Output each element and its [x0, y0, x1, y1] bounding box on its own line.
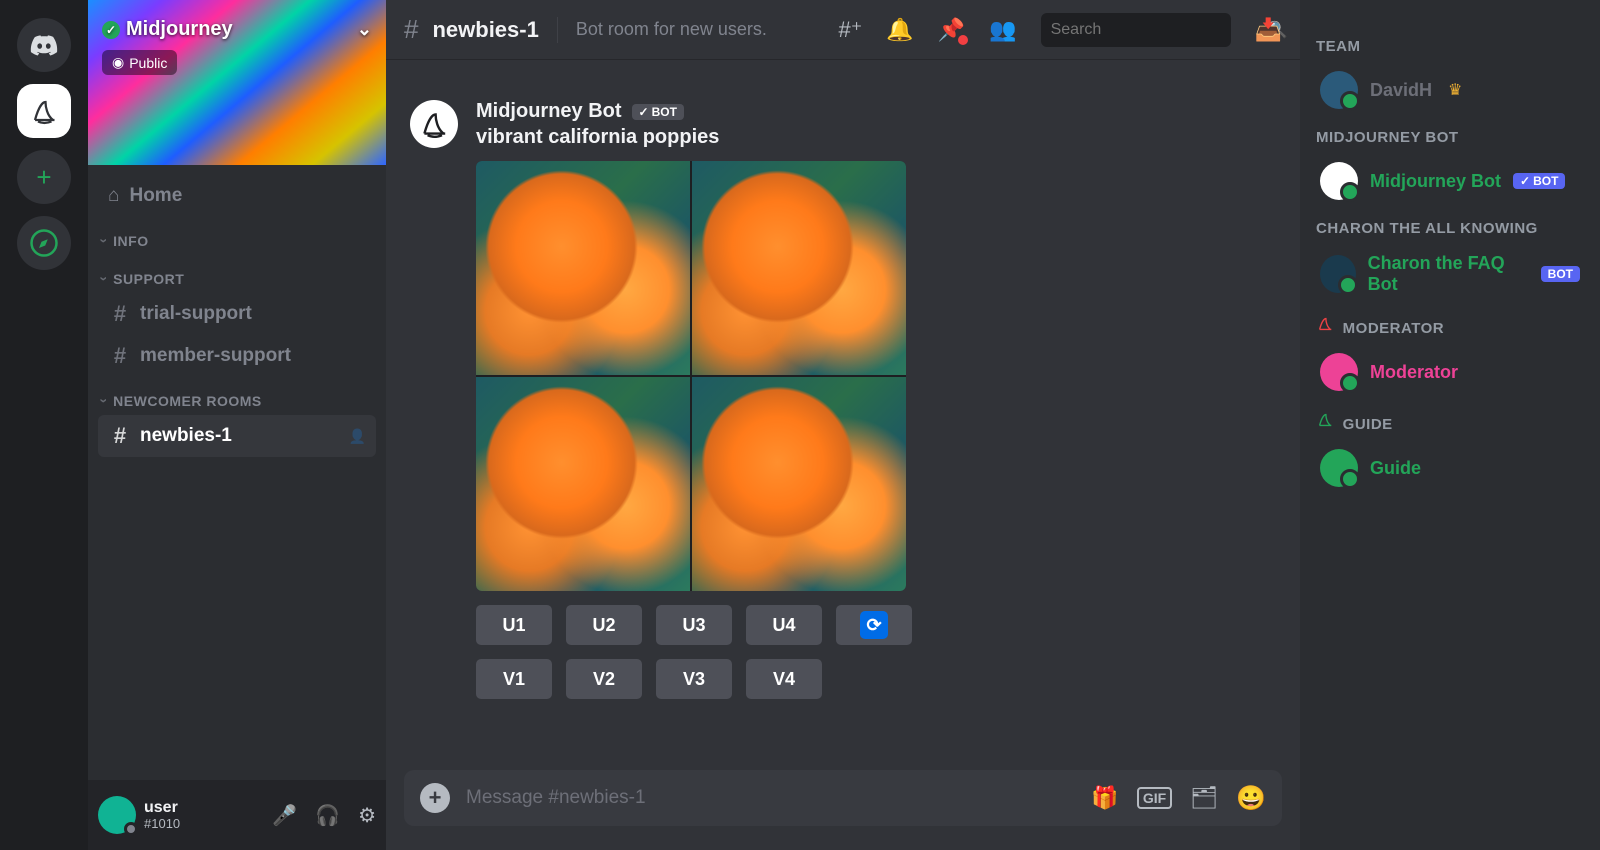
gif-icon[interactable]: GIF — [1137, 787, 1172, 809]
channel-member-support[interactable]: #member-support — [98, 335, 376, 377]
message-input[interactable] — [466, 787, 1075, 809]
member-davidh[interactable]: DavidH ♛ — [1316, 65, 1584, 115]
role-guide: GUIDE — [1316, 411, 1584, 433]
bot-badge: ✓ BOT — [632, 104, 684, 120]
v3-button[interactable]: V3 — [656, 659, 732, 699]
avatar — [1320, 255, 1356, 293]
generated-image-grid[interactable] — [476, 161, 906, 591]
deafen-icon[interactable]: 🎧 — [315, 803, 340, 828]
sticker-icon[interactable]: 🗂 — [1190, 785, 1218, 811]
server-dropdown-icon[interactable]: ⌄ — [357, 19, 372, 40]
refresh-icon: ⟳ — [860, 611, 888, 639]
bot-badge: BOT — [1541, 266, 1580, 282]
upscale-row: U1 U2 U3 U4 ⟳ — [476, 605, 1276, 645]
avatar — [1320, 353, 1358, 391]
section-support[interactable]: SUPPORT — [98, 271, 376, 293]
chat-header: # newbies-1 Bot room for new users. #⁺ 🔔… — [386, 0, 1300, 60]
pinned-icon[interactable]: 📌 — [938, 17, 965, 43]
hash-lock-icon: # — [108, 343, 132, 369]
role-mj-bot: MIDJOURNEY BOT — [1316, 129, 1584, 146]
image-q1 — [476, 161, 690, 375]
author-name[interactable]: Midjourney Bot — [476, 100, 622, 123]
home-item[interactable]: ⌂ Home — [98, 175, 376, 217]
v2-button[interactable]: V2 — [566, 659, 642, 699]
globe-icon: ◉ — [112, 54, 124, 71]
notifications-icon[interactable]: 🔔 — [886, 17, 913, 43]
add-server-button[interactable]: + — [17, 150, 71, 204]
self-avatar[interactable] — [98, 796, 136, 834]
emoji-icon[interactable]: 😀 — [1236, 784, 1266, 813]
role-charon: CHARON THE ALL KNOWING — [1316, 220, 1584, 237]
channel-title: newbies-1 — [432, 17, 538, 43]
mute-icon[interactable]: 🎤 — [272, 803, 297, 828]
server-name: Midjourney — [126, 18, 233, 41]
search-box[interactable]: 🔍 — [1041, 13, 1231, 47]
server-rail: + — [0, 0, 88, 850]
server-banner[interactable]: ✓ Midjourney ⌄ ◉ Public — [88, 0, 386, 165]
v1-button[interactable]: V1 — [476, 659, 552, 699]
settings-icon[interactable]: ⚙ — [358, 803, 376, 828]
channel-hash-icon: # — [404, 14, 418, 45]
avatar — [1320, 71, 1358, 109]
image-q2 — [692, 161, 906, 375]
u3-button[interactable]: U3 — [656, 605, 732, 645]
chat-main: # newbies-1 Bot room for new users. #⁺ 🔔… — [386, 0, 1300, 850]
user-panel: user #1010 🎤 🎧 ⚙ — [88, 780, 386, 850]
add-user-icon[interactable]: 👤 — [349, 428, 366, 445]
search-input[interactable] — [1051, 21, 1258, 39]
attach-button[interactable]: + — [420, 783, 450, 813]
channel-sidebar: ✓ Midjourney ⌄ ◉ Public ⌂ Home INFO SUPP… — [88, 0, 386, 850]
members-toggle-icon[interactable]: 👥 — [989, 17, 1016, 43]
role-team: TEAM — [1316, 38, 1584, 55]
home-icon: ⌂ — [108, 185, 119, 207]
reroll-button[interactable]: ⟳ — [836, 605, 912, 645]
author-avatar[interactable] — [410, 100, 458, 148]
self-username: user — [144, 799, 180, 817]
role-moderator: MODERATOR — [1316, 315, 1584, 337]
divider — [557, 17, 558, 43]
u2-button[interactable]: U2 — [566, 605, 642, 645]
image-q4 — [692, 377, 906, 591]
section-newcomer[interactable]: NEWCOMER ROOMS — [98, 393, 376, 415]
u1-button[interactable]: U1 — [476, 605, 552, 645]
threads-icon[interactable]: #⁺ — [839, 17, 863, 43]
u4-button[interactable]: U4 — [746, 605, 822, 645]
channel-topic: Bot room for new users. — [576, 19, 767, 40]
message-input-bar: + 🎁 GIF 🗂 😀 — [404, 770, 1282, 826]
self-tag: #1010 — [144, 817, 180, 831]
hash-lock-icon: # — [108, 423, 132, 449]
avatar — [1320, 162, 1358, 200]
discord-home-icon[interactable] — [17, 18, 71, 72]
channel-newbies-1[interactable]: # newbies-1 👤 — [98, 415, 376, 457]
channel-trial-support[interactable]: #trial-support — [98, 293, 376, 335]
member-guide[interactable]: Guide — [1316, 443, 1584, 493]
owner-crown-icon: ♛ — [1448, 80, 1462, 100]
hash-icon: # — [108, 301, 132, 327]
verified-icon: ✓ — [102, 21, 120, 39]
avatar — [1320, 449, 1358, 487]
channel-list: ⌂ Home INFO SUPPORT #trial-support #memb… — [88, 165, 386, 780]
message-list: Midjourney Bot ✓ BOT vibrant california … — [386, 60, 1300, 770]
explore-button[interactable] — [17, 216, 71, 270]
inbox-icon[interactable]: 📥 — [1255, 17, 1282, 43]
section-info[interactable]: INFO — [98, 233, 376, 255]
status-indicator — [124, 822, 138, 836]
public-badge: ◉ Public — [102, 50, 177, 75]
image-q3 — [476, 377, 690, 591]
member-moderator[interactable]: Moderator — [1316, 347, 1584, 397]
member-charon[interactable]: Charon the FAQ Bot BOT — [1316, 247, 1584, 301]
member-midjourney-bot[interactable]: Midjourney Bot ✓ BOT — [1316, 156, 1584, 206]
v4-button[interactable]: V4 — [746, 659, 822, 699]
message: Midjourney Bot ✓ BOT vibrant california … — [410, 100, 1276, 699]
midjourney-server-icon[interactable] — [17, 84, 71, 138]
message-prompt: vibrant california poppies — [476, 126, 1276, 149]
gift-icon[interactable]: 🎁 — [1091, 785, 1118, 811]
variation-row: V1 V2 V3 V4 — [476, 659, 1276, 699]
members-panel: TEAM DavidH ♛ MIDJOURNEY BOT Midjourney … — [1300, 0, 1600, 850]
bot-badge: ✓ BOT — [1513, 173, 1565, 189]
